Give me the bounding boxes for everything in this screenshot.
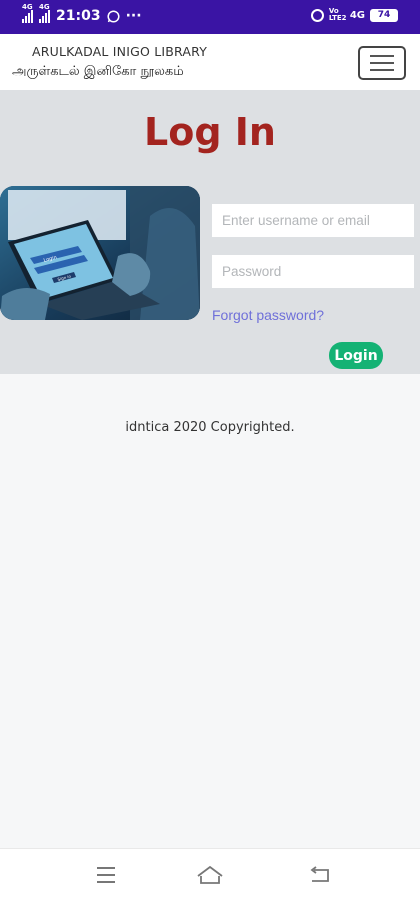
- volte-label: Vo LTE2: [328, 7, 347, 22]
- brand-name-tamil[interactable]: அருள்கடல் இனிகோ நூலகம்: [12, 64, 184, 80]
- network-type-2: 4G: [39, 3, 50, 11]
- hamburger-menu-button[interactable]: [358, 46, 406, 80]
- signal-icon-2: 4G: [39, 3, 50, 23]
- status-left: 4G 4G 21:03 ···: [22, 3, 142, 24]
- status-right: Vo LTE2 4G 74: [310, 7, 398, 22]
- copyright-text: idntica 2020 Copyrighted.: [125, 420, 295, 435]
- more-notifications-icon: ···: [125, 8, 142, 24]
- menu-lines-icon: [97, 867, 115, 869]
- alarm-icon: [310, 8, 324, 22]
- network-type-3: 4G: [349, 9, 365, 21]
- signal-icon-1: 4G: [22, 3, 33, 23]
- hero-image: Login Sign in: [0, 186, 200, 320]
- forgot-password-link[interactable]: Forgot password?: [212, 307, 324, 323]
- login-section: Log In Login Sign in Enter username or e…: [0, 90, 420, 374]
- password-input[interactable]: [212, 255, 414, 288]
- battery-icon: 74: [370, 8, 398, 22]
- battery-level: 74: [377, 10, 391, 20]
- hamburger-menu-icon: [370, 55, 394, 57]
- home-button[interactable]: [190, 861, 230, 889]
- laptop-login-illustration: Login Sign in: [0, 186, 200, 320]
- username-input[interactable]: [212, 204, 414, 237]
- system-nav-bar: [0, 848, 420, 900]
- back-icon: [310, 866, 329, 882]
- back-button[interactable]: [300, 861, 340, 889]
- page-title: Log In: [144, 110, 276, 154]
- home-icon: [197, 865, 223, 884]
- recent-apps-button[interactable]: [86, 861, 126, 889]
- whatsapp-icon: [107, 9, 120, 23]
- brand-name-english[interactable]: ARULKADAL INIGO LIBRARY: [32, 44, 207, 59]
- network-type-1: 4G: [22, 3, 33, 11]
- site-header: ARULKADAL INIGO LIBRARY அருள்கடல் இனிகோ …: [0, 34, 420, 90]
- login-button[interactable]: Login: [329, 342, 383, 369]
- status-bar: 4G 4G 21:03 ··· Vo LTE2 4G 74: [0, 0, 420, 34]
- status-time: 21:03: [56, 8, 101, 24]
